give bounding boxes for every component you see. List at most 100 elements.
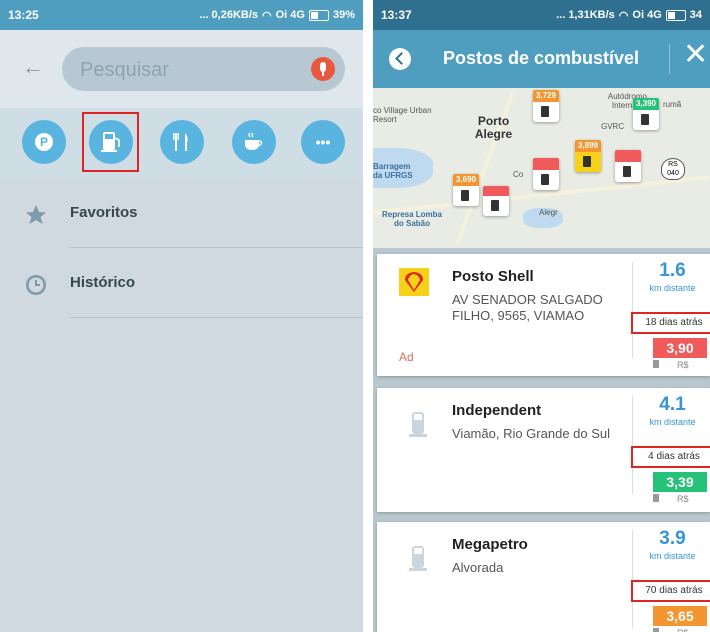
station-name: Megapetro	[452, 536, 528, 553]
map[interactable]: co Village Urban Resort Porto Alegre Aut…	[373, 88, 710, 248]
map-pin[interactable]: 3,729	[533, 90, 559, 122]
station-card[interactable]: Posto Shell AV SENADOR SALGADO FILHO, 95…	[377, 254, 710, 376]
updated-ago: 70 dias atrás	[631, 580, 710, 602]
currency-label: R$	[677, 360, 689, 370]
pump-icon	[653, 628, 659, 632]
left-list: Favoritos Histórico	[0, 178, 363, 318]
card-divider	[632, 530, 633, 628]
status-battery: 34	[689, 9, 702, 21]
cutlery-glyph	[173, 133, 188, 151]
restaurant-icon[interactable]	[160, 120, 204, 164]
shell-logo-icon	[575, 152, 601, 172]
ad-label: Ad	[399, 350, 414, 364]
shell-logo-icon	[399, 268, 429, 296]
map-pin[interactable]: 3,899	[575, 140, 601, 172]
currency-label: R$	[677, 628, 689, 632]
map-label-barragem: Barragem da UFRGS	[373, 162, 413, 180]
map-pin[interactable]: 3,690	[453, 174, 479, 206]
station-card[interactable]: Megapetro Alvorada 3.9 km distante 70 di…	[377, 522, 710, 632]
station-distance: 1.6	[659, 260, 686, 281]
highway-label: RS 040	[667, 161, 679, 177]
status-time: 13:37	[381, 8, 412, 22]
pump-icon	[633, 110, 659, 130]
search-input[interactable]: Pesquisar	[62, 47, 345, 91]
highlight-box	[82, 112, 139, 172]
pin-price-tag	[533, 158, 559, 170]
gas-station-icon	[409, 412, 427, 437]
map-label-porto-alegre: Porto Alegre	[474, 114, 513, 141]
gas-station-icon	[409, 546, 427, 571]
history-label: Histórico	[70, 274, 136, 291]
station-address: Viamão, Rio Grande do Sul	[452, 426, 611, 441]
search-bar: ← Pesquisar	[0, 30, 363, 108]
highway-badge: RS 040	[661, 158, 685, 180]
back-arrow-icon[interactable]: ←	[22, 56, 44, 78]
station-distance: 3.9	[659, 528, 686, 549]
distance-unit: km distante	[649, 417, 696, 427]
status-bar: 13:25 ... 0,26KB/s ◠ Oi 4G 39%	[0, 0, 363, 30]
price-badge: 3,39	[653, 472, 707, 492]
map-pin[interactable]	[615, 150, 641, 182]
star-icon	[26, 205, 46, 224]
map-label-taruma: rumã	[663, 100, 682, 109]
distance-unit: km distante	[649, 551, 696, 561]
updated-ago: 18 dias atrás	[631, 312, 710, 334]
station-address: Alvorada	[452, 560, 504, 575]
map-pin[interactable]	[483, 186, 509, 216]
header-divider	[669, 44, 670, 74]
favorites-label: Favoritos	[70, 204, 138, 221]
pin-price: 3,729	[533, 90, 559, 102]
parking-letter: P	[35, 133, 53, 151]
station-list: Posto Shell AV SENADOR SALGADO FILHO, 95…	[373, 248, 710, 632]
battery-icon	[308, 9, 329, 21]
list-item-history[interactable]: Histórico	[0, 248, 363, 318]
pump-icon	[533, 170, 559, 190]
map-pin[interactable]	[533, 158, 559, 190]
distance-unit: km distante	[649, 283, 696, 293]
station-distance: 4.1	[659, 394, 686, 415]
map-label-village: co Village Urban Resort	[373, 106, 432, 124]
battery-icon	[665, 9, 686, 21]
currency-label: R$	[677, 494, 689, 504]
pump-icon	[653, 360, 659, 368]
category-bar: P •••	[0, 108, 363, 178]
more-icon[interactable]: •••	[301, 120, 345, 164]
status-battery: 39%	[332, 9, 355, 21]
status-speed: ... 0,26KB/s	[199, 9, 259, 21]
microphone-icon[interactable]	[311, 57, 335, 81]
pin-price: 3,899	[575, 140, 601, 152]
list-item-favorites[interactable]: Favoritos	[0, 178, 363, 248]
map-label-represa: Represa Lomba do Sabão	[381, 210, 443, 228]
station-address: AV SENADOR SALGADO FILHO, 9565, VIAMAO	[452, 292, 603, 323]
pump-icon	[533, 102, 559, 122]
pump-icon	[453, 186, 479, 206]
card-divider	[632, 262, 633, 358]
price-badge: 3,90	[653, 338, 707, 358]
map-pin[interactable]: 3,390	[633, 98, 659, 130]
back-button[interactable]	[389, 48, 411, 70]
pump-icon	[483, 196, 509, 216]
wifi-icon: ◠	[262, 9, 272, 22]
card-divider	[632, 396, 633, 494]
header: Postos de combustível ✕	[373, 30, 710, 88]
station-card[interactable]: Independent Viamão, Rio Grande do Sul 4.…	[377, 388, 710, 512]
right-screen: 13:37 ... 1,31KB/s ◠ Oi 4G 34 Postos de …	[373, 0, 710, 632]
parking-icon[interactable]: P	[22, 120, 66, 164]
map-label-co: Co	[513, 170, 524, 179]
updated-ago: 4 dias atrás	[631, 446, 710, 468]
station-name: Posto Shell	[452, 268, 534, 285]
status-bar: 13:37 ... 1,31KB/s ◠ Oi 4G 34	[373, 0, 710, 30]
wifi-icon: ◠	[618, 9, 629, 22]
map-label-gvrc: GVRC	[601, 122, 625, 131]
coffee-icon[interactable]	[232, 120, 276, 164]
page-title: Postos de combustível	[443, 48, 640, 68]
status-network: Oi 4G	[632, 9, 662, 21]
status-network: Oi 4G	[275, 9, 305, 21]
price-badge: 3,65	[653, 606, 707, 626]
status-time: 13:25	[8, 8, 39, 22]
pump-icon	[615, 162, 641, 182]
pump-icon	[653, 494, 659, 502]
close-button[interactable]: ✕	[683, 40, 708, 70]
station-name: Independent	[452, 402, 542, 419]
map-label-alegr: Alegr	[539, 208, 558, 217]
